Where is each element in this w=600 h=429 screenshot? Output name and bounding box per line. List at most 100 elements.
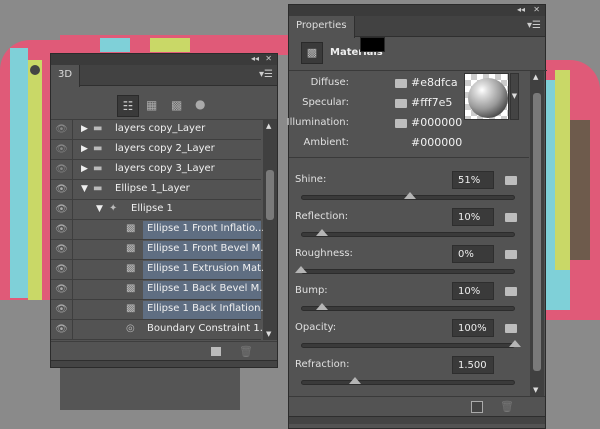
layer-row[interactable]: 👁 ◎ Boundary Constraint 1... (51, 320, 269, 340)
expanded-arrow-icon[interactable]: ▼ (96, 204, 103, 214)
layer-name: layers copy 3_Layer (115, 163, 215, 174)
slider-value-input[interactable]: 100% (452, 319, 494, 337)
material-icon: ▩ (126, 303, 136, 314)
layer-row[interactable]: 👁 ▼ ▬ Ellipse 1_Layer (51, 180, 261, 200)
tab-3d[interactable]: 3D (51, 65, 81, 87)
color-label: Specular: (302, 97, 349, 108)
slider-label: Opacity: (295, 322, 337, 333)
slider-thumb[interactable] (404, 192, 417, 199)
canvas-dot (30, 65, 40, 75)
slider-track[interactable] (301, 306, 515, 311)
layer-row[interactable]: 👁 ▩ Ellipse 1 Front Inflatio... (51, 220, 265, 240)
panel-menu-icon[interactable]: ▾☰ (527, 20, 541, 31)
material-preview-sphere[interactable] (464, 73, 509, 120)
folder-icon: ▬ (93, 123, 103, 134)
close-icon[interactable]: ✕ (265, 54, 272, 63)
render-icon[interactable] (471, 401, 483, 413)
slider-thumb[interactable] (509, 340, 521, 347)
scene-filter-icon[interactable]: ☷ (117, 95, 139, 117)
expanded-arrow-icon[interactable]: ▼ (81, 184, 88, 194)
layer-row[interactable]: 👁 ▩ Ellipse 1 Extrusion Mat... (51, 260, 271, 280)
slider-thumb[interactable] (348, 377, 361, 384)
texture-folder-icon[interactable] (395, 99, 407, 108)
slider-value-input[interactable]: 51% (452, 171, 494, 189)
layer-name: Ellipse 1_Layer (115, 183, 190, 194)
color-hex: #fff7e5 (411, 96, 453, 109)
close-icon[interactable]: ✕ (533, 5, 540, 14)
layer-row[interactable]: 👁 ▶ ▬ layers copy 2_Layer (51, 140, 261, 160)
tab-properties[interactable]: Properties (289, 16, 355, 38)
layer-name: Ellipse 1 Extrusion Mat... (147, 263, 271, 274)
slider-label: Refraction: (295, 359, 350, 370)
visibility-eye-icon[interactable]: 👁 (51, 280, 73, 300)
properties-panel: ◂◂ ✕ Properties ▾☰ ▩ Materials Diffuse: … (286, 4, 547, 429)
texture-folder-icon[interactable] (395, 79, 407, 88)
texture-folder-icon[interactable] (505, 287, 517, 296)
new-layer-icon[interactable] (211, 347, 221, 356)
material-picker-dropdown[interactable]: ▼ (510, 73, 519, 120)
layer-row[interactable]: 👁 ▼ ✦ Ellipse 1 (51, 200, 261, 220)
slider-value-input[interactable]: 10% (452, 208, 494, 226)
visibility-eye-icon[interactable]: 👁 (51, 180, 73, 200)
mesh-filter-icon[interactable]: ▦ (146, 98, 157, 112)
layer-name: Ellipse 1 Front Bevel M... (147, 243, 270, 254)
color-swatch[interactable] (360, 37, 385, 52)
layer-row[interactable]: 👁 ▶ ▬ layers copy_Layer (51, 120, 261, 140)
layer-name: Ellipse 1 Front Inflatio... (147, 223, 265, 234)
slider-track[interactable] (301, 343, 515, 348)
texture-folder-icon[interactable] (505, 324, 517, 333)
slider-value-input[interactable]: 10% (452, 282, 494, 300)
slider-track[interactable] (301, 380, 515, 385)
visibility-eye-icon[interactable]: 👁 (51, 120, 73, 140)
texture-folder-icon[interactable] (505, 213, 517, 222)
collapsed-arrow-icon[interactable]: ▶ (81, 164, 88, 174)
collapse-icon[interactable]: ◂◂ (251, 54, 259, 63)
visibility-eye-icon[interactable]: 👁 (51, 200, 73, 220)
panel-titlebar[interactable]: ◂◂ ✕ (51, 54, 277, 65)
layer-row[interactable]: 👁 ▩ Ellipse 1 Back Inflation... (51, 300, 270, 320)
material-filter-icon[interactable]: ▩ (171, 98, 182, 112)
slider-track[interactable] (301, 269, 515, 274)
texture-folder-icon[interactable] (505, 250, 517, 259)
layer-name: layers copy 2_Layer (115, 143, 215, 154)
color-hex: #000000 (411, 116, 463, 129)
color-label: Illumination: (286, 117, 349, 128)
slider-track[interactable] (301, 232, 515, 237)
mesh-icon: ✦ (109, 203, 118, 214)
delete-icon[interactable]: 🗑 (500, 400, 514, 413)
collapse-icon[interactable]: ◂◂ (517, 5, 525, 14)
material-icon: ▩ (126, 263, 136, 274)
visibility-eye-icon[interactable]: 👁 (51, 300, 73, 320)
texture-folder-icon[interactable] (395, 119, 407, 128)
slider-thumb[interactable] (295, 266, 307, 273)
layer-name: Ellipse 1 (131, 203, 173, 214)
layers-scrollbar[interactable]: ▲ ▼ (263, 120, 277, 340)
layer-row[interactable]: 👁 ▩ Ellipse 1 Back Bevel M... (51, 280, 269, 300)
slider-thumb[interactable] (316, 229, 329, 236)
properties-scrollbar[interactable]: ▲ ▼ (530, 71, 544, 396)
light-filter-icon[interactable]: ● (195, 97, 205, 111)
collapsed-arrow-icon[interactable]: ▶ (81, 144, 88, 154)
visibility-eye-icon[interactable]: 👁 (51, 140, 73, 160)
collapsed-arrow-icon[interactable]: ▶ (81, 124, 88, 134)
panel-menu-icon[interactable]: ▾☰ (259, 69, 273, 80)
delete-icon[interactable]: 🗑 (239, 345, 253, 358)
layer-row[interactable]: 👁 ▶ ▬ layers copy 3_Layer (51, 160, 261, 180)
visibility-eye-icon[interactable]: 👁 (51, 220, 73, 240)
visibility-eye-icon[interactable]: 👁 (51, 160, 73, 180)
slider-value-input[interactable]: 1.500 (452, 356, 494, 374)
layer-row[interactable]: 👁 ▩ Ellipse 1 Front Bevel M... (51, 240, 270, 260)
color-hex: #e8dfca (411, 76, 458, 89)
material-icon: ▩ (126, 223, 136, 234)
texture-folder-icon[interactable] (505, 176, 517, 185)
layer-name: Boundary Constraint 1... (147, 323, 270, 334)
panel-titlebar[interactable]: ◂◂ ✕ (289, 5, 545, 16)
visibility-eye-icon[interactable]: 👁 (51, 240, 73, 260)
slider-thumb[interactable] (316, 303, 329, 310)
layer-name: Ellipse 1 Back Bevel M... (147, 283, 269, 294)
slider-value-input[interactable]: 0% (452, 245, 494, 263)
constraint-icon: ◎ (126, 323, 135, 334)
visibility-eye-icon[interactable]: 👁 (51, 260, 73, 280)
material-icon: ▩ (126, 243, 136, 254)
visibility-eye-icon[interactable]: 👁 (51, 320, 73, 340)
